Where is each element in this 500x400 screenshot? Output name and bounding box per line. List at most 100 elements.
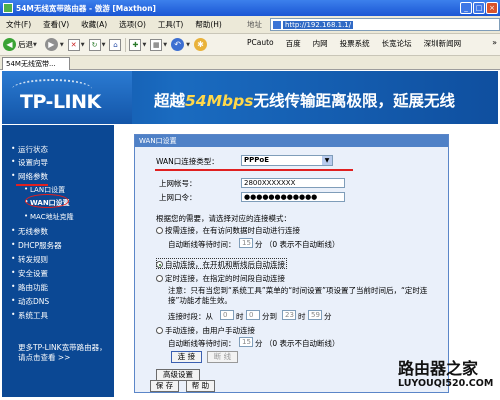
menu-view[interactable]: 查看(V) [43, 19, 69, 30]
link-pcauto[interactable]: PCauto [247, 38, 274, 49]
nav-wireless-params[interactable]: 无线参数 [11, 226, 48, 237]
mode-on-demand[interactable]: 按需连接，在有访问数据时自动进行连接 [156, 225, 300, 236]
refresh-dropdown-icon[interactable]: ▼ [102, 42, 106, 48]
to-min-input[interactable]: 59 [308, 310, 322, 320]
slogan-rest: 无线传输距离极限，延展无线 [253, 92, 455, 110]
group-dropdown-icon[interactable]: ▼ [163, 42, 167, 48]
menu-file[interactable]: 文件(F) [6, 19, 31, 30]
toolbar: ◀ 后退 ▼ ▶ ▼ ✕ ▼ ↻ ▼ ⌂ ✚ ▼ ▦ ▼ ↶ ▼ ✱ PCaut… [0, 34, 500, 56]
link-news[interactable]: 深圳新闻网 [424, 38, 462, 49]
tools-icon[interactable]: ✱ [194, 38, 208, 51]
tplink-logo: TP-LINK [20, 91, 101, 113]
banner-slogan: 超越54Mbps无线传输距离极限，延展无线 [154, 89, 455, 111]
forward-dropdown-icon[interactable]: ▼ [60, 42, 64, 48]
tab-router[interactable]: 54M无线宽带... [2, 57, 70, 70]
back-dropdown-icon[interactable]: ▼ [33, 42, 37, 48]
radio-scheduled[interactable] [156, 275, 163, 282]
nav-run-status[interactable]: 运行状态 [11, 144, 48, 155]
back-arrow-icon: ◀ [3, 38, 16, 51]
nav-forwarding[interactable]: 转发规则 [11, 254, 48, 265]
favorites-dropdown-icon[interactable]: ▼ [142, 42, 146, 48]
mode-manual[interactable]: 手动连接，由用户手动连接 [156, 325, 255, 336]
password-label: 上网口令： [159, 193, 197, 202]
idle-time-label-2: 自动断线等待时间： [168, 339, 236, 348]
mode-auto[interactable]: 自动连接，在开机和断线后自动连接 [156, 259, 285, 270]
panel-title: WAN口设置 [135, 135, 448, 147]
favorites-icon[interactable]: ✚ [129, 38, 142, 51]
disconnect-button[interactable]: 断 线 [207, 351, 238, 363]
conn-type-label: WAN口连接类型： [156, 157, 219, 166]
group-icon[interactable]: ▦ [150, 38, 163, 51]
page-icon [273, 20, 281, 29]
stop-dropdown-icon[interactable]: ▼ [81, 42, 85, 48]
idle-time-input-2[interactable]: 15 [239, 337, 253, 347]
nav-dhcp-server[interactable]: DHCP服务器 [11, 240, 62, 251]
hour-label-2: 时 [298, 312, 306, 321]
connect-button[interactable]: 连 接 [171, 351, 202, 363]
radio-manual[interactable] [156, 327, 163, 334]
toolbar-separator [125, 37, 127, 52]
tplink-banner: TP-LINK 超越54Mbps无线传输距离极限，延展无线 [2, 71, 498, 124]
menu-help[interactable]: 帮助(H) [195, 19, 222, 30]
watermark-url: LUYOUQI520.COM [398, 378, 494, 389]
home-icon[interactable]: ⌂ [109, 38, 122, 51]
link-voting[interactable]: 投票系统 [340, 38, 370, 49]
menu-bar: 文件(F) 查看(V) 收藏(A) 选项(O) 工具(T) 帮助(H) 地址 h… [0, 16, 500, 34]
hour-label: 时 [236, 312, 244, 321]
slogan-prefix: 超越 [154, 92, 186, 110]
nav-ddns[interactable]: 动态DNS [11, 296, 49, 307]
maximize-button[interactable]: □ [473, 2, 485, 14]
radio-on-demand[interactable] [156, 227, 163, 234]
nav-routing[interactable]: 路由功能 [11, 282, 48, 293]
link-intranet[interactable]: 内网 [313, 38, 328, 49]
undo-dropdown-icon[interactable]: ▼ [186, 42, 190, 48]
idle-time-unit: 分 （0 表示不自动断线） [255, 240, 340, 249]
help-button[interactable]: 帮 助 [186, 380, 215, 392]
link-baidu[interactable]: 百度 [286, 38, 301, 49]
chevron-down-icon: ▼ [322, 156, 332, 165]
min-label: 分 [324, 312, 332, 321]
mode-manual-label: 手动连接，由用户手动连接 [165, 326, 255, 335]
conn-type-select[interactable]: PPPoE ▼ [241, 155, 333, 166]
more-links-icon[interactable]: » [492, 38, 497, 47]
account-input[interactable]: 2800XXXXXXX [241, 178, 345, 188]
idle-time-input[interactable]: 15 [239, 238, 253, 248]
minimize-button[interactable]: _ [460, 2, 472, 14]
nav-security[interactable]: 安全设置 [11, 268, 48, 279]
mode-scheduled[interactable]: 定时连接，在指定的时间段自动连接 [156, 273, 285, 284]
to-hour-input[interactable]: 23 [282, 310, 296, 320]
back-button[interactable]: ◀ 后退 ▼ [3, 38, 41, 51]
choose-mode-label: 根据您的需要，请选择对应的连接模式： [156, 214, 291, 223]
idle-time-label: 自动断线等待时间： [168, 240, 236, 249]
more-products-link[interactable]: 更多TP-LINK宽带路由器，请点击查看 >> [18, 343, 113, 363]
menu-tools[interactable]: 工具(T) [158, 19, 183, 30]
nav-system-tools[interactable]: 系统工具 [11, 310, 48, 321]
password-input[interactable]: ●●●●●●●●●●●● [241, 192, 345, 202]
from-hour-input[interactable]: 0 [220, 310, 234, 320]
refresh-icon[interactable]: ↻ [88, 38, 101, 51]
window-controls: _ □ × [460, 2, 498, 14]
radio-auto[interactable] [156, 261, 163, 268]
idle-time-unit-2: 分 （0 表示不自动断线） [255, 339, 340, 348]
watermark-cn: 路由器之家 [398, 359, 479, 378]
nav-setup-wizard[interactable]: 设置向导 [11, 157, 48, 168]
menu-favorites[interactable]: 收藏(A) [81, 19, 107, 30]
address-bar[interactable]: http://192.168.1.1/ [270, 18, 500, 31]
logo-area: TP-LINK [2, 71, 132, 124]
from-min-input[interactable]: 0 [246, 310, 260, 320]
tab-strip: 54M无线宽带... [0, 56, 500, 70]
period-label: 连接时段：从 [168, 312, 213, 321]
close-button[interactable]: × [486, 2, 498, 14]
forward-arrow-icon[interactable]: ▶ [44, 38, 58, 51]
links-bar: PCauto 百度 内网 投票系统 长宽论坛 深圳新闻网 [247, 38, 473, 49]
menu-options[interactable]: 选项(O) [119, 19, 146, 30]
slogan-speed: 54Mbps [185, 92, 254, 110]
save-button[interactable]: 保 存 [150, 380, 179, 392]
nav-network-params[interactable]: 网络参数 [11, 171, 48, 182]
undo-icon[interactable]: ↶ [171, 38, 185, 51]
nav-mac-clone[interactable]: MAC地址克隆 [24, 212, 74, 222]
red-circle-annotation [25, 194, 69, 208]
link-forum[interactable]: 长宽论坛 [382, 38, 412, 49]
address-text[interactable]: http://192.168.1.1/ [283, 20, 354, 29]
stop-icon[interactable]: ✕ [67, 38, 80, 51]
